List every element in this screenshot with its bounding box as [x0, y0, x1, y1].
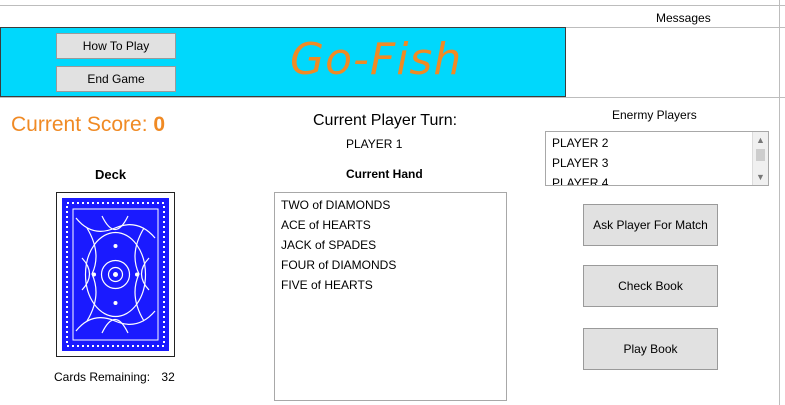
- deck-label: Deck: [95, 167, 127, 182]
- enemy-player-item[interactable]: PLAYER 2: [546, 133, 768, 153]
- hand-card-item[interactable]: JACK of SPADES: [275, 235, 506, 255]
- current-hand-list[interactable]: TWO of DIAMONDS ACE of HEARTS JACK of SP…: [274, 192, 507, 401]
- deck-card[interactable]: [56, 192, 175, 357]
- enemy-list-scrollbar[interactable]: ▲ ▼: [752, 132, 768, 185]
- hand-card-item[interactable]: FOUR of DIAMONDS: [275, 255, 506, 275]
- right-border: [779, 0, 780, 405]
- enemy-player-item[interactable]: PLAYER 3: [546, 153, 768, 173]
- scroll-down-icon[interactable]: ▼: [753, 169, 768, 185]
- end-game-button[interactable]: End Game: [56, 66, 176, 92]
- enemy-players-label: Enermy Players: [612, 108, 697, 122]
- hand-card-item[interactable]: FIVE of HEARTS: [275, 275, 506, 295]
- banner-bottom-line: [0, 97, 785, 98]
- top-divider: [0, 5, 785, 6]
- scroll-thumb[interactable]: [756, 149, 765, 161]
- current-score: Current Score: 0: [11, 113, 165, 137]
- current-player-name: PLAYER 1: [346, 137, 403, 151]
- enemy-player-item[interactable]: PLAYER 4: [546, 173, 768, 185]
- how-to-play-button[interactable]: How To Play: [56, 33, 176, 59]
- cards-remaining-value: 32: [161, 370, 175, 384]
- current-player-turn-label: Current Player Turn:: [313, 112, 458, 129]
- current-hand-label: Current Hand: [346, 167, 423, 181]
- enemy-players-list[interactable]: PLAYER 2 PLAYER 3 PLAYER 4 ▲ ▼: [545, 131, 769, 186]
- scroll-up-icon[interactable]: ▲: [753, 132, 768, 148]
- hand-card-item[interactable]: ACE of HEARTS: [275, 215, 506, 235]
- ask-player-for-match-button[interactable]: Ask Player For Match: [583, 204, 718, 246]
- current-score-value: 0: [153, 113, 166, 136]
- hand-card-item[interactable]: TWO of DIAMONDS: [275, 195, 506, 215]
- play-book-button[interactable]: Play Book: [583, 328, 718, 370]
- header-divider: [566, 27, 785, 28]
- messages-label: Messages: [656, 11, 711, 25]
- check-book-button[interactable]: Check Book: [583, 265, 718, 307]
- card-back-pattern: [62, 198, 169, 351]
- game-title: Go-Fish: [290, 34, 463, 85]
- cards-remaining-label: Cards Remaining:: [54, 370, 151, 384]
- current-score-label: Current Score:: [11, 113, 148, 136]
- cards-remaining: Cards Remaining: 32: [54, 370, 175, 384]
